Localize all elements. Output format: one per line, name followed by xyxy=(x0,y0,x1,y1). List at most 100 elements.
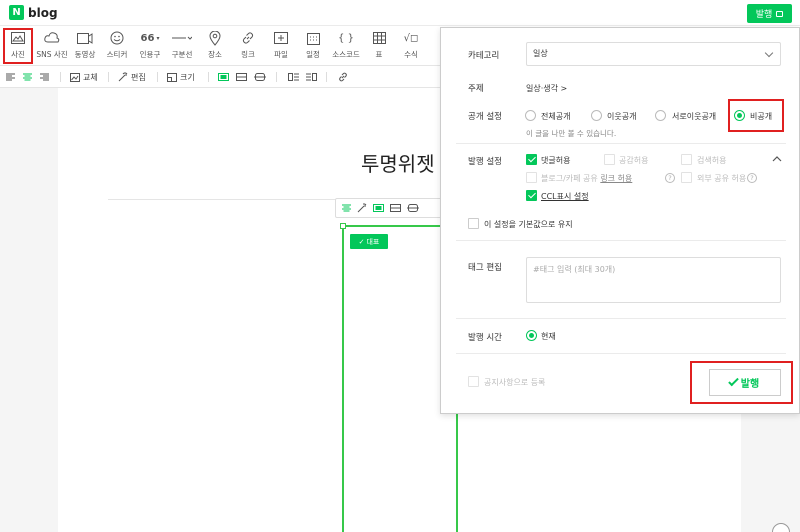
search-checkbox[interactable] xyxy=(681,154,692,165)
toolbar-file-button[interactable]: 파일 xyxy=(265,30,297,62)
align-center-icon[interactable] xyxy=(342,204,351,212)
chevron-up-icon[interactable] xyxy=(772,155,782,162)
visibility-neighbor-radio[interactable] xyxy=(591,110,602,121)
category-label: 카테고리 xyxy=(468,51,500,61)
topic-link[interactable]: 일상·생각 > xyxy=(526,83,567,94)
text-wrap-right-button[interactable] xyxy=(306,71,317,83)
sqrt-icon: √◻ xyxy=(395,30,427,46)
publish-now-radio[interactable] xyxy=(526,330,537,341)
likes-label: 공감허용 xyxy=(619,156,649,165)
visibility-private-radio[interactable] xyxy=(734,110,745,121)
layout-wide-button[interactable] xyxy=(236,71,247,83)
toolbar-label: SNS 사진 xyxy=(36,50,68,59)
toolbar-table-button[interactable]: 표 xyxy=(363,30,395,62)
replace-label: 교체 xyxy=(83,72,98,82)
link-allow-label[interactable]: 링크 허용 xyxy=(600,174,632,183)
visibility-hint: 이 글을 나만 볼 수 있습니다. xyxy=(526,129,617,138)
publish-button[interactable]: 발행 xyxy=(709,369,781,396)
help-icon[interactable]: ? xyxy=(747,173,757,183)
layout-full-button[interactable] xyxy=(254,71,266,83)
image-icon xyxy=(5,30,31,46)
align-right-button[interactable] xyxy=(40,71,49,83)
notice-label: 공지사항으로 등록 xyxy=(484,378,546,387)
text-wrap-left-button[interactable] xyxy=(288,71,299,83)
external-share-checkbox[interactable] xyxy=(681,172,692,183)
likes-checkbox[interactable] xyxy=(604,154,615,165)
section-divider xyxy=(456,240,786,241)
toolbar-divider xyxy=(276,72,277,82)
blog-share-text: 블로그/카페 공유 xyxy=(541,174,598,183)
align-left-icon xyxy=(6,73,15,81)
image-link-button[interactable] xyxy=(338,71,348,83)
size-button[interactable]: 크기 xyxy=(167,71,195,83)
keep-default-checkbox[interactable] xyxy=(468,218,479,229)
layout-wide-icon[interactable] xyxy=(390,204,401,212)
help-icon[interactable]: ? xyxy=(665,173,675,183)
toolbar-divider-button[interactable]: 구분선 xyxy=(166,30,198,62)
replace-image-button[interactable]: 교체 xyxy=(70,71,98,83)
pin-icon xyxy=(199,30,231,46)
layout-full-icon xyxy=(254,73,266,81)
topic-label: 주제 xyxy=(468,84,484,94)
notice-checkbox[interactable] xyxy=(468,376,479,387)
layout-wide-icon xyxy=(236,73,247,81)
toolbar-schedule-button[interactable]: 일정 xyxy=(297,30,329,62)
tag-input[interactable]: #태그 입력 (최대 30개) xyxy=(526,257,781,303)
toolbar-link-button[interactable]: 링크 xyxy=(232,30,264,62)
align-center-button[interactable] xyxy=(23,71,32,83)
resize-handle[interactable] xyxy=(340,223,346,229)
toolbar-video-button[interactable]: 동영상 xyxy=(69,30,101,62)
toolbar-label: 사진 xyxy=(11,50,25,59)
layout-inline-icon[interactable] xyxy=(373,204,384,212)
search-label: 검색허용 xyxy=(697,156,727,165)
toolbar-label: 표 xyxy=(375,50,383,59)
toolbar-label: 링크 xyxy=(241,50,255,59)
top-header: N blog 발행 xyxy=(0,0,800,26)
section-divider xyxy=(456,143,786,144)
ccl-checkbox[interactable] xyxy=(526,190,537,201)
ccl-settings-link[interactable]: CCL표시 설정 xyxy=(541,191,589,202)
toolbar-formula-button[interactable]: √◻ 수식 xyxy=(395,30,427,62)
cloud-icon xyxy=(36,30,68,46)
toolbar-quote-button[interactable]: 66 ▾ 인용구 xyxy=(134,30,166,62)
document-title[interactable]: 투명위젯 xyxy=(361,148,435,177)
layout-inline-button[interactable] xyxy=(218,71,229,83)
toolbar-divider xyxy=(108,72,109,82)
resize-icon xyxy=(167,72,177,82)
visibility-all-label: 전체공개 xyxy=(541,112,571,121)
align-left-button[interactable] xyxy=(6,71,15,83)
publish-settings-label: 발행 설정 xyxy=(468,157,502,167)
sqrt-glyph: √◻ xyxy=(403,32,419,44)
category-select[interactable]: 일상 xyxy=(526,42,781,66)
video-icon xyxy=(69,30,101,46)
toolbar-source-code-button[interactable]: { } 소스코드 xyxy=(330,30,362,62)
panel-icon xyxy=(776,10,784,17)
naver-logo-icon: N xyxy=(9,5,24,20)
edit-image-button[interactable]: 편집 xyxy=(118,71,146,83)
toolbar-label: 구분선 xyxy=(171,50,193,59)
external-share-label: 외부 공유 허용 xyxy=(697,174,747,183)
blog-logo[interactable]: N blog xyxy=(9,5,58,20)
magic-wand-icon[interactable] xyxy=(357,203,367,213)
toolbar-place-button[interactable]: 장소 xyxy=(199,30,231,62)
comments-label: 댓글허용 xyxy=(541,156,571,165)
toolbar-divider xyxy=(208,72,209,82)
quote-icon: 66 ▾ xyxy=(134,30,166,46)
visibility-mutual-radio[interactable] xyxy=(655,110,666,121)
category-value: 일상 xyxy=(533,49,548,58)
smile-icon xyxy=(101,30,133,46)
comments-checkbox[interactable] xyxy=(526,154,537,165)
header-publish-button[interactable]: 발행 xyxy=(747,4,792,23)
toolbar-sns-photo-button[interactable]: SNS 사진 xyxy=(36,30,68,62)
chevron-down-icon xyxy=(764,48,774,58)
layout-full-icon[interactable] xyxy=(407,204,419,212)
toolbar-photo-button[interactable]: 사진 xyxy=(3,28,33,64)
toolbar-label: 장소 xyxy=(208,50,222,59)
section-divider xyxy=(456,353,786,354)
publish-now-label: 현재 xyxy=(541,332,556,341)
representative-badge[interactable]: ✓ 대표 xyxy=(350,234,388,249)
blog-share-checkbox[interactable] xyxy=(526,172,537,183)
toolbar-sticker-button[interactable]: 스티커 xyxy=(101,30,133,62)
help-circle-icon[interactable] xyxy=(772,523,790,532)
visibility-all-radio[interactable] xyxy=(525,110,536,121)
